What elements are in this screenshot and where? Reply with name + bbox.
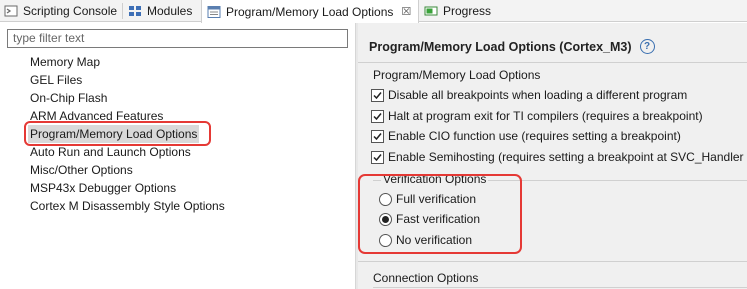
title-divider — [358, 62, 747, 63]
editor-tab-bar: Scripting Console Modules Program/Memory… — [0, 0, 747, 23]
checkbox-checked-icon[interactable] — [371, 129, 384, 143]
tab-label: Program/Memory Load Options — [226, 4, 394, 19]
tab-label: Progress — [443, 4, 492, 18]
tree-item-msp43x-debugger-options[interactable]: MSP43x Debugger Options — [28, 179, 227, 197]
tree-item-on-chip-flash[interactable]: On-Chip Flash — [28, 89, 227, 107]
tab-scripting-console[interactable]: Scripting Console — [4, 0, 117, 22]
load-options-group-title: Program/Memory Load Options — [373, 68, 541, 82]
tree-item-cortex-m-disassembly-style[interactable]: Cortex M Disassembly Style Options — [28, 197, 227, 215]
section-divider — [358, 261, 747, 262]
options-page-icon — [207, 5, 221, 19]
checkbox-label: Enable Semihosting (requires setting a b… — [388, 150, 747, 164]
tab-program-memory-load-options[interactable]: Program/Memory Load Options ☒ — [201, 0, 419, 23]
tab-progress[interactable]: Progress — [424, 0, 491, 22]
options-navigation-pane: type filter text Memory Map GEL Files On… — [0, 23, 355, 289]
tree-item-label: Memory Map — [30, 55, 101, 69]
close-tab-icon[interactable]: ☒ — [401, 5, 411, 18]
console-icon — [4, 4, 18, 18]
checkbox-enable-cio[interactable]: Enable CIO function use (requires settin… — [371, 127, 681, 145]
filter-input[interactable]: type filter text — [7, 29, 348, 48]
modules-icon — [128, 4, 142, 18]
checkbox-label: Halt at program exit for TI compilers (r… — [388, 109, 703, 123]
connection-group-border — [373, 287, 747, 288]
tab-modules[interactable]: Modules — [128, 0, 192, 22]
tree-item-label: GEL Files — [30, 73, 83, 87]
checkbox-checked-icon[interactable] — [371, 88, 384, 102]
checkbox-label: Disable all breakpoints when loading a d… — [388, 88, 688, 102]
page-title-text: Program/Memory Load Options (Cortex_M3) — [369, 39, 632, 54]
checkbox-checked-icon[interactable] — [371, 150, 384, 164]
tree-item-gel-files[interactable]: GEL Files — [28, 71, 227, 89]
tab-separator — [122, 3, 123, 19]
tab-label: Scripting Console — [23, 4, 118, 18]
options-content-pane: Program/Memory Load Options (Cortex_M3) … — [358, 23, 747, 289]
tree-item-memory-map[interactable]: Memory Map — [28, 53, 227, 71]
checkbox-enable-semihosting[interactable]: Enable Semihosting (requires setting a b… — [371, 148, 747, 166]
checkbox-checked-icon[interactable] — [371, 109, 384, 123]
tree-item-label: MSP43x Debugger Options — [30, 181, 177, 195]
highlight-annotation — [24, 121, 211, 146]
checkbox-halt-at-exit[interactable]: Halt at program exit for TI compilers (r… — [371, 107, 703, 125]
tree-item-label: Misc/Other Options — [30, 163, 133, 177]
tree-item-label: Cortex M Disassembly Style Options — [30, 199, 225, 213]
help-icon[interactable]: ? — [639, 39, 655, 54]
checkbox-label: Enable CIO function use (requires settin… — [388, 129, 681, 143]
page-title: Program/Memory Load Options (Cortex_M3) … — [369, 39, 655, 54]
tree-item-misc-other-options[interactable]: Misc/Other Options — [28, 161, 227, 179]
highlight-annotation — [358, 174, 522, 254]
checkbox-disable-breakpoints[interactable]: Disable all breakpoints when loading a d… — [371, 86, 687, 104]
progress-icon — [424, 4, 438, 18]
tree-item-label: On-Chip Flash — [30, 91, 108, 105]
connection-options-group-title: Connection Options — [373, 271, 479, 285]
tab-label: Modules — [147, 4, 193, 18]
